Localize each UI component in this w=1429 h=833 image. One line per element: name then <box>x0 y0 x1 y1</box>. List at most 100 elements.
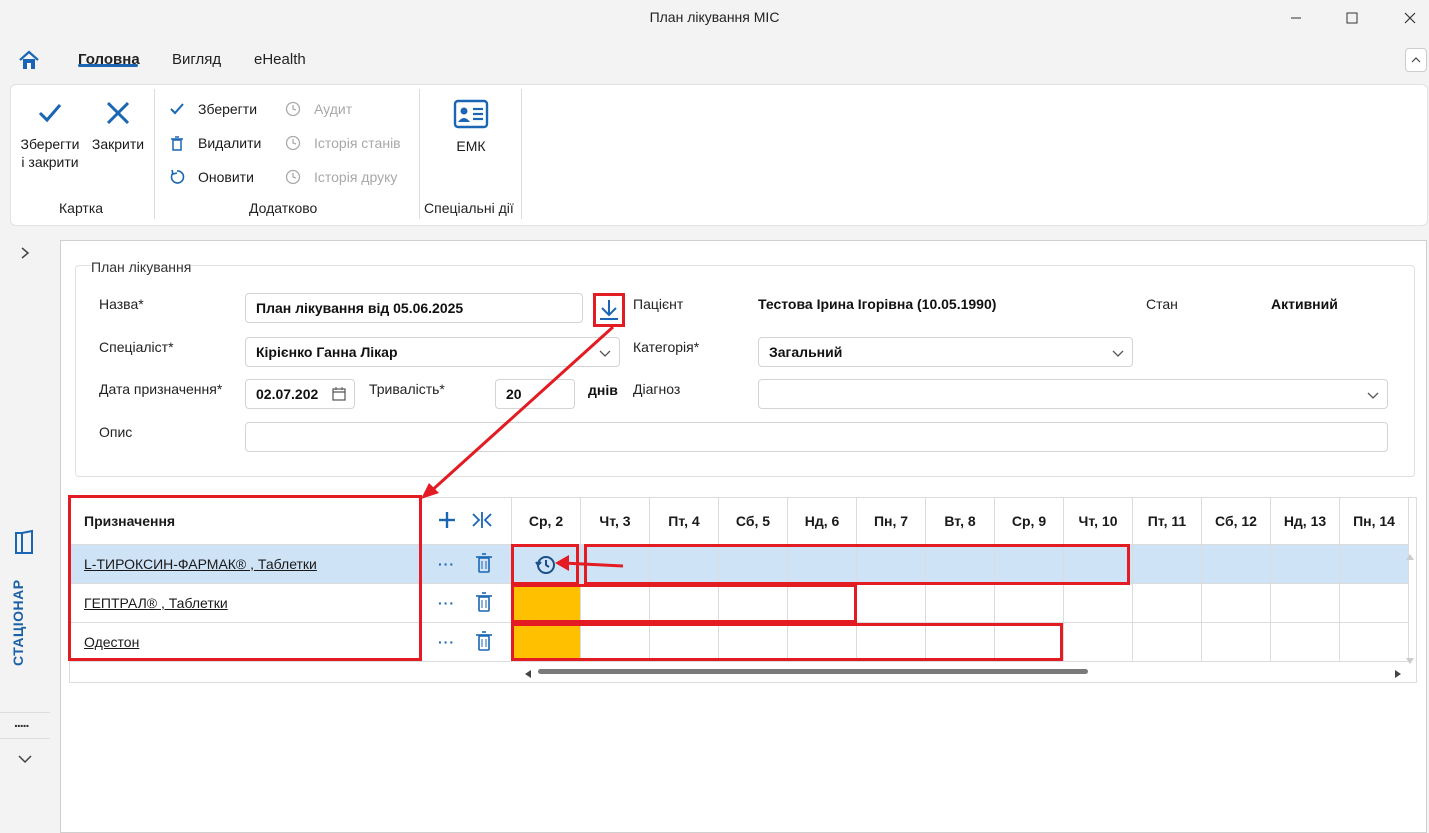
more-dots-icon[interactable]: ..... <box>14 714 29 730</box>
tab-ehealth[interactable]: eHealth <box>254 51 306 68</box>
scroll-up-icon[interactable] <box>1405 548 1415 564</box>
refresh-icon <box>168 168 186 186</box>
more-options-icon[interactable]: ··· <box>438 595 455 611</box>
day-cell[interactable] <box>995 584 1064 623</box>
collapse-columns-icon[interactable] <box>470 511 494 532</box>
scroll-down-icon[interactable] <box>1405 652 1415 668</box>
specialist-label: Спеціаліст* <box>99 339 174 355</box>
check-icon <box>168 100 186 118</box>
load-template-button[interactable] <box>593 293 625 327</box>
state-value: Активний <box>1271 296 1338 312</box>
home-icon[interactable] <box>18 50 40 72</box>
rail-label[interactable]: СТАЦІОНАР <box>10 579 26 666</box>
rail-divider <box>0 712 50 713</box>
audit-label: Аудит <box>314 101 353 117</box>
category-select[interactable]: Загальний <box>758 337 1133 367</box>
day-cell[interactable] <box>1133 584 1202 623</box>
plan-fieldset-legend: План лікування <box>91 259 192 275</box>
day-header: Чт, 10 <box>1064 498 1133 545</box>
duration-input[interactable]: 20 <box>495 379 575 409</box>
expand-rail-icon[interactable] <box>20 246 30 265</box>
category-value: Загальний <box>769 344 843 360</box>
emk-button[interactable]: ЕМК <box>441 99 501 155</box>
day-header: Ср, 2 <box>512 498 581 545</box>
day-cell[interactable] <box>1133 545 1202 584</box>
save-close-button[interactable]: Зберегти і закрити <box>17 99 83 171</box>
print-history-button[interactable]: Історія друку <box>284 166 397 188</box>
name-input[interactable]: План лікування від 05.06.2025 <box>245 293 583 323</box>
more-options-icon[interactable]: ··· <box>438 634 455 650</box>
active-tab-indicator <box>78 64 138 67</box>
delete-button[interactable]: Видалити <box>168 132 261 154</box>
day-header: Чт, 3 <box>581 498 650 545</box>
day-cell[interactable] <box>1340 545 1409 584</box>
day-cell[interactable] <box>1202 545 1271 584</box>
trash-icon[interactable] <box>475 630 493 654</box>
refresh-label: Оновити <box>198 169 254 185</box>
audit-button[interactable]: Аудит <box>284 98 352 120</box>
annotation-box-row1-range <box>584 544 1130 585</box>
day-header: Нд, 6 <box>788 498 857 545</box>
group-divider <box>419 89 420 219</box>
day-cell[interactable] <box>1340 584 1409 623</box>
row-actions: ··· <box>420 584 512 623</box>
group-label-card: Картка <box>59 200 104 216</box>
row-actions: ··· <box>420 623 512 662</box>
day-header: Ср, 9 <box>995 498 1064 545</box>
duration-unit: днів <box>588 382 618 398</box>
description-input[interactable] <box>245 422 1388 452</box>
day-cell[interactable] <box>857 584 926 623</box>
calendar-icon[interactable] <box>332 387 346 404</box>
specialist-select[interactable]: Кірієнко Ганна Лікар <box>245 337 620 367</box>
chevron-down-icon[interactable] <box>18 751 32 767</box>
day-cell[interactable] <box>1271 584 1340 623</box>
more-options-icon[interactable]: ··· <box>438 556 455 572</box>
ribbon: Зберегти і закрити Закрити Картка Зберег… <box>10 84 1428 226</box>
add-icon[interactable] <box>438 511 456 532</box>
window-title: План лікування МІС <box>649 9 780 25</box>
date-value: 02.07.202 <box>256 386 319 402</box>
download-icon <box>600 300 618 320</box>
state-history-button[interactable]: Історія станів <box>284 132 401 154</box>
day-header: Сб, 5 <box>719 498 788 545</box>
day-cell[interactable] <box>1133 623 1202 662</box>
clock-icon <box>284 100 302 118</box>
maximize-icon[interactable] <box>1340 6 1364 30</box>
day-cell[interactable] <box>1271 545 1340 584</box>
tab-view[interactable]: Вигляд <box>172 51 221 68</box>
side-rail: СТАЦІОНАР ..... <box>0 236 50 833</box>
scroll-left-icon[interactable] <box>524 666 532 682</box>
day-header: Пт, 4 <box>650 498 719 545</box>
refresh-button[interactable]: Оновити <box>168 166 254 188</box>
day-cell[interactable] <box>1202 584 1271 623</box>
day-cell[interactable] <box>1064 623 1133 662</box>
delete-label: Видалити <box>198 135 262 151</box>
horizontal-scrollbar[interactable] <box>522 664 1402 678</box>
diagnosis-select[interactable] <box>758 379 1388 409</box>
description-label: Опис <box>99 424 133 440</box>
patient-label: Пацієнт <box>633 296 684 312</box>
trash-icon[interactable] <box>475 591 493 615</box>
close-window-icon[interactable] <box>1398 6 1422 30</box>
category-label: Категорія* <box>633 339 700 355</box>
close-button[interactable]: Закрити <box>89 99 147 153</box>
hospital-bed-icon[interactable] <box>14 529 36 558</box>
clock-icon <box>284 134 302 152</box>
collapse-ribbon-button[interactable] <box>1405 48 1427 72</box>
day-header: Пн, 14 <box>1340 498 1409 545</box>
date-input[interactable]: 02.07.202 <box>245 379 355 409</box>
day-cell[interactable] <box>1064 584 1133 623</box>
day-cell[interactable] <box>926 584 995 623</box>
day-cell[interactable] <box>1271 623 1340 662</box>
minimize-icon[interactable] <box>1284 6 1308 30</box>
print-history-label: Історія друку <box>314 169 398 185</box>
save-label: Зберегти <box>198 101 258 117</box>
main-content: План лікування Назва* План лікування від… <box>60 240 1427 833</box>
save-button[interactable]: Зберегти <box>168 98 257 120</box>
scroll-right-icon[interactable] <box>1394 666 1402 682</box>
day-cell[interactable] <box>1340 623 1409 662</box>
trash-icon[interactable] <box>475 552 493 576</box>
scrollbar-thumb[interactable] <box>538 669 1088 674</box>
close-label: Закрити <box>91 136 145 152</box>
day-cell[interactable] <box>1202 623 1271 662</box>
